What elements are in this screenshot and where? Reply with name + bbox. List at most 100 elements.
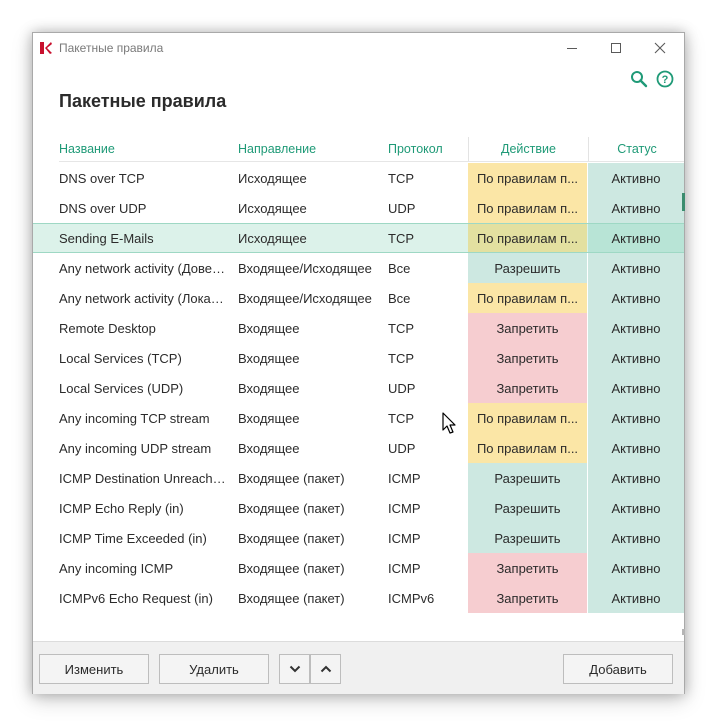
cell-status: Активно [588,583,684,613]
column-header-status[interactable]: Статус [588,137,685,161]
kaspersky-logo-icon [40,42,52,54]
cell-action-text: По правилам п... [476,410,579,426]
delete-button[interactable]: Удалить [159,654,269,684]
search-icon[interactable] [630,70,648,88]
cell-protocol: TCP [388,163,458,193]
table-row[interactable]: Any network activity (Локаль... Входящее/… [33,283,684,313]
cell-name: Local Services (UDP) [59,373,229,403]
table-row[interactable]: ICMP Destination Unreachabl... Входящее (… [33,463,684,493]
cell-name-text: DNS over UDP [59,200,147,216]
cell-status-text: Активно [611,290,661,306]
page-title: Пакетные правила [59,91,227,111]
table-row[interactable]: DNS over UDP Исходящее UDP По правилам п...… [33,193,684,223]
cell-name-text: ICMPv6 Echo Request (in) [59,590,213,606]
cell-protocol-text: TCP [388,170,414,186]
cell-protocol-text: UDP [388,200,416,216]
title-bar[interactable]: Пакетные правила [33,33,684,63]
help-icon[interactable]: ? [656,70,674,88]
cell-direction: Входящее (пакет) [238,493,378,523]
cell-status-text: Активно [611,410,661,426]
move-down-button[interactable] [279,654,310,684]
cell-protocol-text: UDP [388,440,416,456]
cell-protocol-text: ICMP [388,500,421,516]
cell-action-text: Разрешить [494,260,561,276]
cell-status: Активно [588,433,684,463]
cell-name: ICMP Destination Unreachabl... [59,463,229,493]
cell-name: ICMP Echo Reply (in) [59,493,229,523]
table-row[interactable]: Any incoming UDP stream Входящее UDP По пра… [33,433,684,463]
cell-action-text: Запретить [496,560,559,576]
move-up-button[interactable] [310,654,341,684]
cell-status: Активно [588,463,684,493]
cell-status-text: Активно [611,500,661,516]
table-row[interactable]: Any network activity (Довере... Входящее/… [33,253,684,283]
cell-status-text: Активно [611,470,661,486]
add-button[interactable]: Добавить [563,654,673,684]
chevron-up-icon [320,665,331,673]
maximize-button[interactable] [594,36,638,60]
scrollbar-thumb-lower[interactable] [682,629,685,635]
cell-status-text: Активно [611,530,661,546]
cell-protocol-text: ICMPv6 [388,590,435,606]
cell-protocol: ICMP [388,493,458,523]
cell-name: Any network activity (Довере... [59,253,229,283]
cell-direction-text: Входящее (пакет) [238,530,345,546]
cell-direction-text: Входящее (пакет) [238,470,345,486]
cell-protocol: ICMP [388,463,458,493]
table-row[interactable]: ICMP Time Exceeded (in) Входящее (пакет) I… [33,523,684,553]
column-header-action[interactable]: Действие [468,137,588,161]
table-row[interactable]: Local Services (TCP) Входящее TCP Запретить… [33,343,684,373]
cell-action-text: Разрешить [494,470,561,486]
cell-status-text: Активно [611,230,661,246]
table-row[interactable]: Local Services (UDP) Входящее UDP Запретить… [33,373,684,403]
cell-name: DNS over UDP [59,193,229,223]
cell-status-text: Активно [611,560,661,576]
table-row[interactable]: Any incoming ICMP Входящее (пакет) ICMP Зап… [33,553,684,583]
cell-name-text: Any network activity (Локаль... [59,290,227,306]
header-divider [59,161,684,162]
cell-action: По правилам п... [468,193,587,223]
cell-action-text: Разрешить [494,500,561,516]
cell-protocol-text: TCP [388,230,414,246]
scrollbar-thumb[interactable] [682,193,685,211]
table-row[interactable]: ICMPv6 Echo Request (in) Входящее (пакет)… [33,583,684,613]
cell-action: По правилам п... [468,433,587,463]
cell-protocol: TCP [388,343,458,373]
table-row[interactable]: Remote Desktop Входящее TCP Запретить Активн… [33,313,684,343]
cell-protocol: UDP [388,373,458,403]
table-row[interactable]: Sending E-Mails Исходящее TCP По правилам п… [33,223,684,253]
edit-button[interactable]: Изменить [39,654,149,684]
cell-action-text: По правилам п... [476,290,579,306]
cell-status-text: Активно [611,380,661,396]
cell-direction-text: Входящее [238,380,300,396]
cell-name: Any network activity (Локаль... [59,283,229,313]
cell-status: Активно [588,343,684,373]
cell-direction: Входящее [238,433,378,463]
cell-status-text: Активно [611,350,661,366]
cell-status: Активно [588,193,684,223]
table-row[interactable]: DNS over TCP Исходящее TCP По правилам п...… [33,163,684,193]
cell-direction-text: Входящее [238,440,300,456]
cell-direction: Входящее (пакет) [238,463,378,493]
cell-status: Активно [588,493,684,523]
cell-action-text: По правилам п... [476,200,579,216]
close-button[interactable] [638,36,682,60]
cell-protocol-text: Все [388,290,411,306]
cell-action: По правилам п... [468,163,587,193]
cell-name-text: Any incoming TCP stream [59,410,210,426]
cell-protocol-text: ICMP [388,560,421,576]
cell-status: Активно [588,313,684,343]
column-header-name[interactable]: Название [59,137,229,161]
cell-protocol: ICMP [388,553,458,583]
cell-direction: Входящее [238,343,378,373]
column-header-protocol[interactable]: Протокол [388,137,458,161]
cell-direction: Входящее (пакет) [238,523,378,553]
column-header-direction[interactable]: Направление [238,137,378,161]
cell-name-text: Local Services (UDP) [59,380,184,396]
cell-protocol-text: Все [388,260,411,276]
table-row[interactable]: ICMP Echo Reply (in) Входящее (пакет) ICMP… [33,493,684,523]
cell-direction-text: Входящее/Исходящее [238,260,372,276]
minimize-button[interactable] [550,36,594,60]
cell-status-text: Активно [611,320,661,336]
table-row[interactable]: Any incoming TCP stream Входящее TCP По пра… [33,403,684,433]
